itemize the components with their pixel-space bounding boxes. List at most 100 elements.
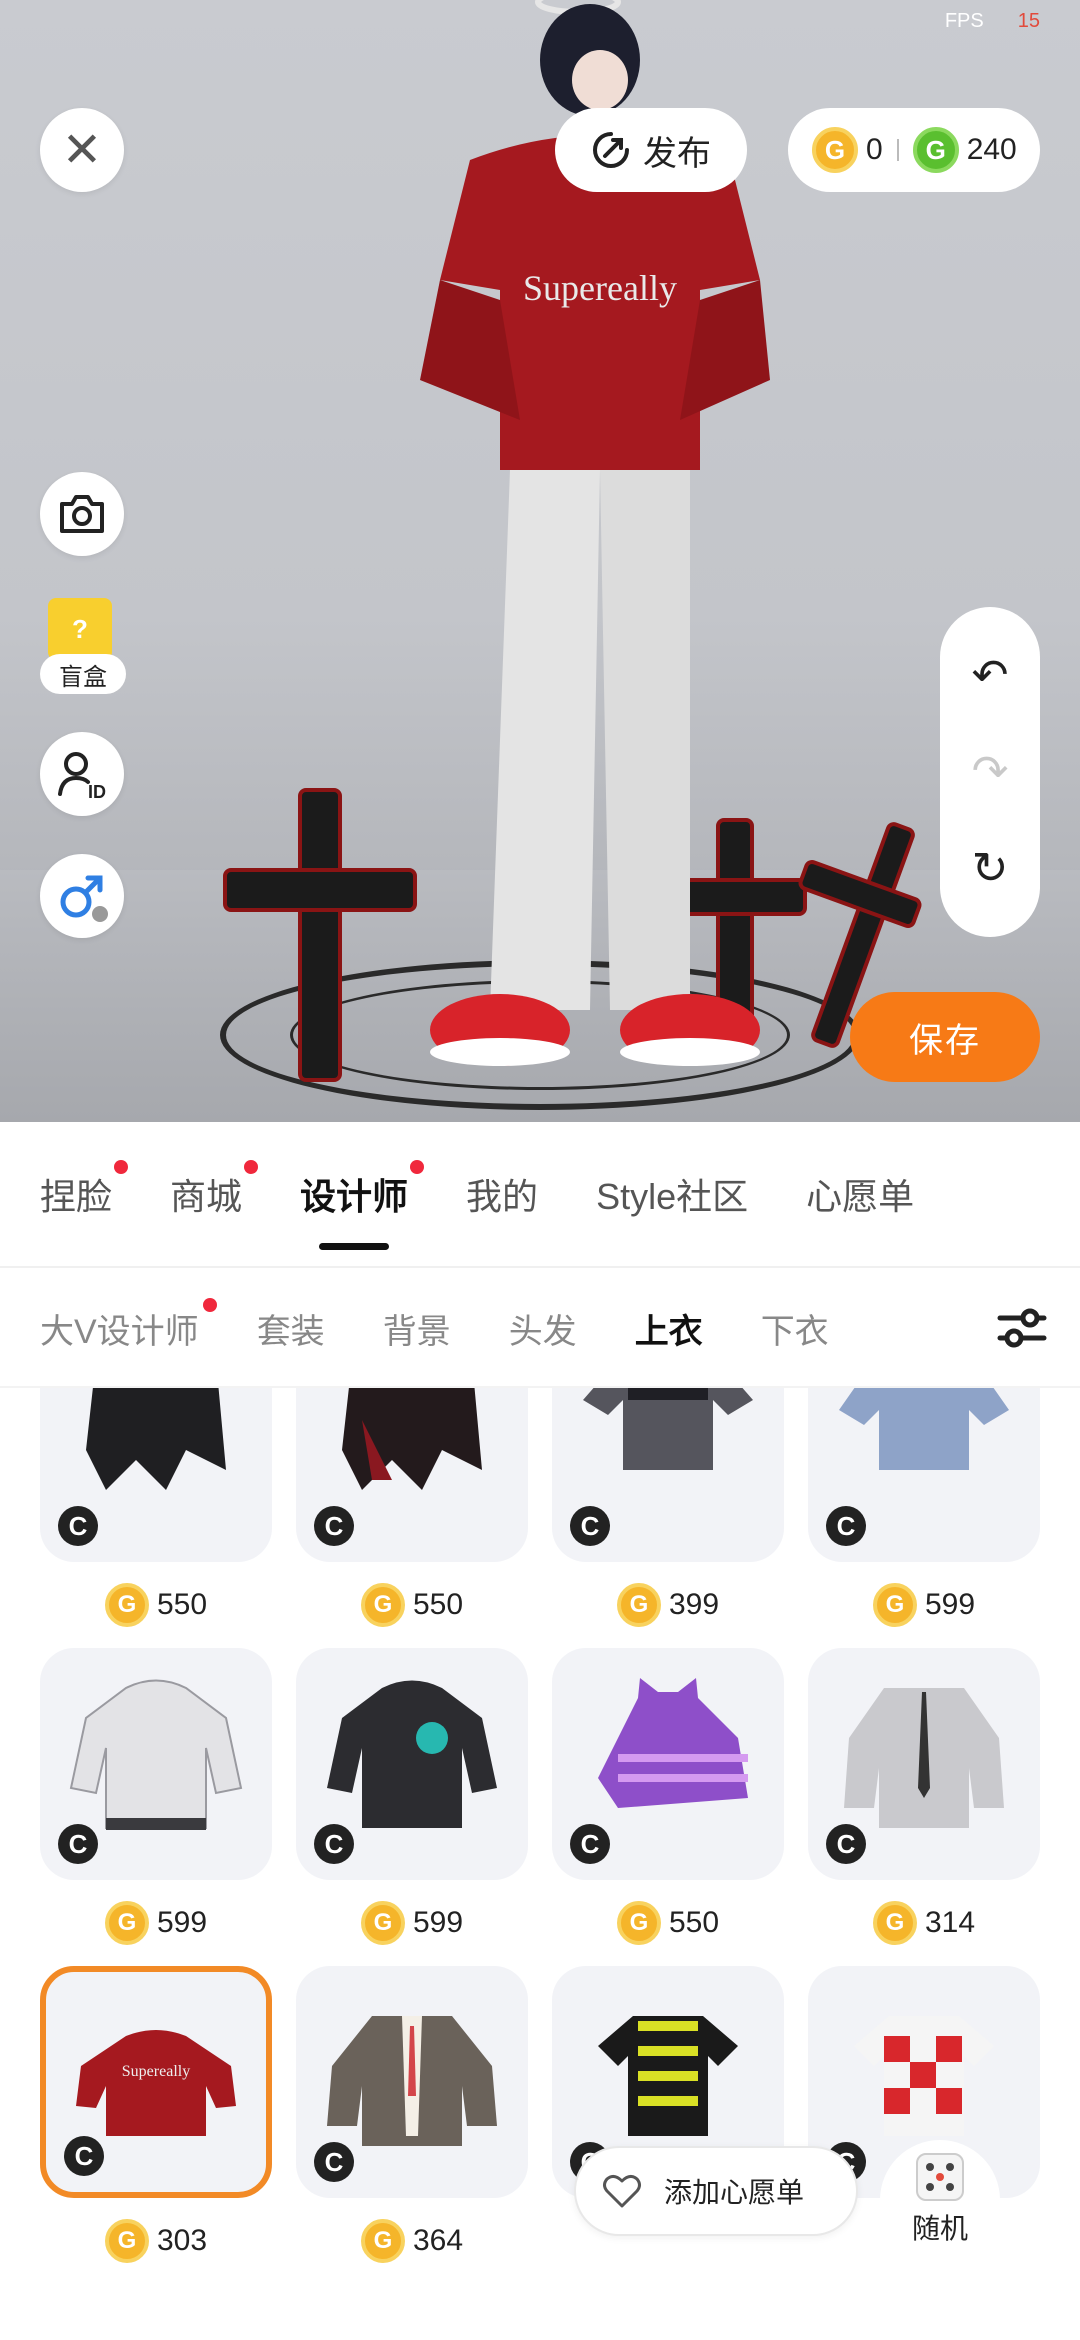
history-controls: ↶ ↷ ↻ bbox=[940, 607, 1040, 937]
fps-label: FPS bbox=[944, 10, 984, 32]
item-card[interactable]: C bbox=[808, 1388, 1040, 1562]
user-id-icon: ID bbox=[58, 752, 106, 800]
creator-badge-icon: C bbox=[826, 1506, 866, 1546]
tab-shop[interactable]: 商城 bbox=[170, 1160, 259, 1220]
price-value: 599 bbox=[924, 1588, 976, 1621]
gold-balance: 0 bbox=[866, 133, 883, 166]
price-value: 550 bbox=[668, 1906, 720, 1939]
svg-text:ID: ID bbox=[88, 782, 106, 800]
price-value: 303 bbox=[156, 2224, 208, 2257]
notification-dot bbox=[410, 1160, 425, 1174]
gender-switch-button[interactable] bbox=[40, 854, 124, 938]
currency-display[interactable]: G 0 G 240 bbox=[788, 108, 1040, 192]
price-value: 399 bbox=[668, 1588, 720, 1621]
item-cell[interactable]: C G 399 bbox=[552, 1388, 784, 1648]
blindbox-label: 盲盒 bbox=[40, 654, 126, 694]
random-button[interactable]: 随机 bbox=[880, 2140, 1000, 2260]
gold-coin-icon: G bbox=[812, 127, 858, 173]
male-gender-icon bbox=[60, 875, 108, 922]
price-value: 599 bbox=[156, 1906, 208, 1939]
undo-icon[interactable]: ↶ bbox=[972, 650, 1009, 701]
currency-divider bbox=[896, 139, 899, 161]
item-card[interactable]: C bbox=[552, 1648, 784, 1880]
tab-face[interactable]: 捏脸 bbox=[40, 1160, 129, 1220]
gold-coin-icon: G bbox=[616, 1583, 661, 1627]
category-tabs: 大V设计师 套装 背景 头发 上衣 下衣 bbox=[0, 1270, 1080, 1388]
subtab-outfits[interactable]: 套装 bbox=[257, 1304, 325, 1353]
item-cell[interactable]: C G 314 bbox=[808, 1648, 1040, 1966]
wishlist-label: 添加心愿单 bbox=[664, 2177, 805, 2208]
item-cell[interactable]: C G 364 bbox=[296, 1966, 528, 2284]
publish-button[interactable]: 发布 bbox=[555, 108, 747, 192]
camera-button[interactable] bbox=[40, 472, 124, 556]
price-value: 550 bbox=[156, 1588, 208, 1621]
item-price: G 599 bbox=[296, 1898, 528, 1948]
fps-value: 15 bbox=[1017, 10, 1040, 32]
price-value: 364 bbox=[412, 2224, 464, 2257]
price-value: 599 bbox=[412, 1906, 464, 1939]
subtab-background[interactable]: 背景 bbox=[383, 1304, 451, 1353]
item-cell[interactable]: C G 550 bbox=[296, 1388, 528, 1648]
item-card[interactable]: C bbox=[296, 1966, 528, 2198]
blindbox-button[interactable]: ? 盲盒 bbox=[40, 598, 126, 694]
tab-mine[interactable]: 我的 bbox=[466, 1168, 538, 1220]
wardrobe-panel: 捏脸 商城 设计师 我的 Style社区 心愿单 大V设计师 套装 背景 头发 … bbox=[0, 1122, 1080, 2340]
random-label: 随机 bbox=[911, 2213, 968, 2244]
gold-coin-icon: G bbox=[360, 1583, 405, 1627]
item-cell[interactable]: C G 599 bbox=[808, 1388, 1040, 1648]
white-hoodie-image bbox=[69, 1679, 243, 1830]
creator-badge-icon: C bbox=[314, 1824, 354, 1864]
add-to-wishlist-button[interactable]: 添加心愿单 bbox=[574, 2146, 858, 2236]
creator-badge-icon: C bbox=[314, 2142, 354, 2182]
item-cell[interactable]: C G 550 bbox=[552, 1648, 784, 1966]
item-card[interactable]: C bbox=[40, 1388, 272, 1562]
tab-designer[interactable]: 设计师 bbox=[300, 1160, 425, 1220]
subtab-top-designers-label: 大V设计师 bbox=[40, 1312, 199, 1351]
creator-badge-icon: C bbox=[58, 1824, 98, 1864]
subtab-outfits-label: 套装 bbox=[256, 1312, 325, 1351]
subtab-hair[interactable]: 头发 bbox=[509, 1304, 577, 1353]
item-cell[interactable]: C bbox=[552, 1966, 784, 2284]
item-card[interactable]: C bbox=[552, 1388, 784, 1562]
publish-label: 发布 bbox=[643, 134, 711, 173]
subtab-top-designers[interactable]: 大V设计师 bbox=[40, 1297, 217, 1353]
item-price: G 599 bbox=[40, 1898, 272, 1948]
green-balance: 240 bbox=[966, 133, 1017, 166]
subtab-tops[interactable]: 上衣 bbox=[635, 1304, 703, 1353]
item-cell[interactable]: Supereally C G 303 bbox=[40, 1966, 272, 2284]
creator-badge-icon: C bbox=[314, 1506, 354, 1546]
avatar-viewport[interactable]: Supereally FPS 15 ✕ 发布 G 0 G 240 ? 盲盒 ID… bbox=[0, 0, 1080, 1122]
filter-icon[interactable] bbox=[994, 1300, 1050, 1356]
close-button[interactable]: ✕ bbox=[40, 108, 124, 192]
fps-counter: FPS 15 bbox=[945, 10, 1040, 33]
notification-dot bbox=[202, 1297, 217, 1312]
item-cell[interactable]: C G 550 bbox=[40, 1388, 272, 1648]
item-price: G 364 bbox=[296, 2216, 528, 2266]
tab-wishlist[interactable]: 心愿单 bbox=[806, 1168, 914, 1220]
subtab-bottoms[interactable]: 下衣 bbox=[761, 1304, 829, 1353]
tab-shop-label: 商城 bbox=[170, 1176, 243, 1217]
redo-icon[interactable]: ↷ bbox=[972, 746, 1009, 797]
tab-style-community[interactable]: Style社区 bbox=[596, 1168, 748, 1220]
price-value: 314 bbox=[924, 1906, 976, 1939]
gold-coin-icon: G bbox=[104, 1901, 149, 1945]
item-card[interactable]: C bbox=[296, 1388, 528, 1562]
gold-coin-icon: G bbox=[360, 2219, 405, 2263]
item-grid: C G 550 C G 550 C G 399 C G 599 C G 599 … bbox=[40, 1388, 1040, 2284]
item-cell[interactable]: C G 599 bbox=[40, 1648, 272, 1966]
reset-icon[interactable]: ↻ bbox=[972, 843, 1009, 894]
tab-designer-label: 设计师 bbox=[300, 1176, 409, 1217]
gold-coin-icon: G bbox=[872, 1583, 917, 1627]
avatar-id-button[interactable]: ID bbox=[40, 732, 124, 816]
black-rock-top-image bbox=[86, 1388, 226, 1490]
item-card[interactable]: C bbox=[296, 1648, 528, 1880]
grey-sweater-image bbox=[583, 1388, 753, 1470]
item-price: G 399 bbox=[552, 1580, 784, 1630]
item-card[interactable]: C bbox=[808, 1648, 1040, 1880]
item-price: G 550 bbox=[552, 1898, 784, 1948]
item-cell[interactable]: C G 599 bbox=[296, 1648, 528, 1966]
item-card[interactable]: C bbox=[40, 1648, 272, 1880]
item-card-selected[interactable]: Supereally C bbox=[40, 1966, 272, 2198]
save-button[interactable]: 保存 bbox=[850, 992, 1040, 1082]
subtab-bottoms-label: 下衣 bbox=[760, 1312, 829, 1351]
